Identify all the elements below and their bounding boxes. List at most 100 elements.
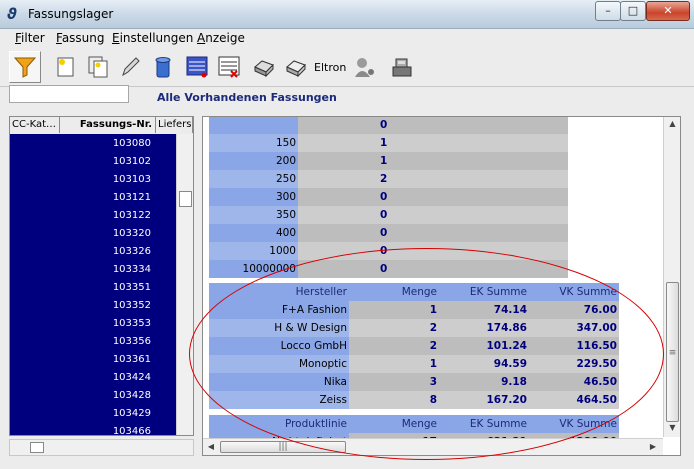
- frame-number: 103428: [112, 390, 151, 401]
- list-item[interactable]: 103326: [10, 243, 176, 261]
- column-header-lieferschein[interactable]: Lieferscl: [156, 117, 193, 133]
- column-header-cc-kat[interactable]: CC-Kat…: [10, 117, 60, 133]
- list-item[interactable]: 103361: [10, 351, 176, 369]
- list-item[interactable]: 103334: [10, 261, 176, 279]
- manufacturer-header-vk[interactable]: VK Summe: [529, 283, 619, 301]
- list-red-icon[interactable]: [213, 51, 245, 83]
- printer-alt-icon[interactable]: [280, 51, 312, 83]
- manufacturer-row[interactable]: F+A Fashion 1 74.14 76.00: [209, 301, 619, 319]
- product-line-header-vk[interactable]: VK Summe: [529, 415, 619, 433]
- close-button[interactable]: ✕: [646, 1, 690, 21]
- delete-trash-icon[interactable]: [147, 51, 179, 83]
- list-item[interactable]: 103352: [10, 297, 176, 315]
- price-cell: 10000000: [209, 260, 298, 278]
- manufacturer-header-ek[interactable]: EK Summe: [439, 283, 529, 301]
- price-row[interactable]: 400 0: [209, 224, 619, 242]
- manufacturer-cell-vk: 464.50: [529, 391, 619, 409]
- price-cell: 200: [209, 152, 298, 170]
- list-item[interactable]: 103429: [10, 405, 176, 423]
- cash-register-icon[interactable]: [386, 51, 418, 83]
- search-input[interactable]: [9, 85, 129, 103]
- count-cell: 2: [298, 170, 568, 188]
- manufacturer-header-qty[interactable]: Menge: [349, 283, 439, 301]
- price-row[interactable]: 300 0: [209, 188, 619, 206]
- menu-anzeige[interactable]: Anzeige: [197, 31, 245, 45]
- list-item[interactable]: 103103: [10, 171, 176, 189]
- frame-number: 103466: [112, 426, 151, 436]
- eltron-label: Eltron: [314, 61, 347, 74]
- edit-pen-icon[interactable]: [114, 51, 146, 83]
- price-row[interactable]: 200 1: [209, 152, 619, 170]
- list-item[interactable]: 103102: [10, 153, 176, 171]
- frame-list-header: CC-Kat… Fassungs-Nr. Lieferscl: [10, 117, 193, 135]
- new-frame-icon[interactable]: [50, 51, 82, 83]
- printer-icon[interactable]: [248, 51, 280, 83]
- list-blue-icon[interactable]: [181, 51, 213, 83]
- statistics-vertical-scroll-thumb[interactable]: ≡: [666, 282, 679, 422]
- statistics-horizontal-scroll-thumb[interactable]: |||: [220, 441, 346, 453]
- menu-einstellungen[interactable]: Einstellungen: [112, 31, 193, 45]
- manufacturer-row[interactable]: Monoptic 1 94.59 229.50: [209, 355, 619, 373]
- column-header-fassungs-nr[interactable]: Fassungs-Nr.: [60, 117, 156, 133]
- manufacturer-row[interactable]: Zeiss 8 167.20 464.50: [209, 391, 619, 409]
- list-item[interactable]: 103353: [10, 315, 176, 333]
- manufacturer-row[interactable]: Locco GmbH 2 101.24 116.50: [209, 337, 619, 355]
- frame-number: 103352: [112, 300, 151, 311]
- manufacturer-cell-name: F+A Fashion: [209, 301, 349, 319]
- product-line-header-qty[interactable]: Menge: [349, 415, 439, 433]
- menu-filter[interactable]: Filter: [15, 31, 45, 45]
- maximize-button[interactable]: □: [620, 1, 646, 21]
- manufacturer-row[interactable]: H & W Design 2 174.86 347.00: [209, 319, 619, 337]
- user-icon[interactable]: [348, 51, 380, 83]
- list-item[interactable]: 103428: [10, 387, 176, 405]
- frame-list-scrollbar[interactable]: [176, 134, 193, 435]
- product-line-header-name[interactable]: Produktlinie: [209, 415, 349, 433]
- minimize-button[interactable]: –: [595, 1, 621, 21]
- menu-fassung[interactable]: Fassung: [56, 31, 105, 45]
- manufacturer-cell-vk: 76.00: [529, 301, 619, 319]
- count-cell: 0: [298, 188, 568, 206]
- manufacturer-cell-qty: 8: [349, 391, 439, 409]
- price-row[interactable]: 0: [209, 117, 619, 134]
- frame-number: 103351: [112, 282, 151, 293]
- manufacturer-cell-qty: 3: [349, 373, 439, 391]
- list-item[interactable]: 103320: [10, 225, 176, 243]
- price-row[interactable]: 150 1: [209, 134, 619, 152]
- frame-list: CC-Kat… Fassungs-Nr. Lieferscl 103080 103…: [9, 116, 194, 436]
- scroll-down-icon[interactable]: ▼: [664, 423, 680, 432]
- list-item[interactable]: 103351: [10, 279, 176, 297]
- list-item[interactable]: 103356: [10, 333, 176, 351]
- filter-funnel-icon[interactable]: [9, 51, 41, 83]
- list-item[interactable]: 103466: [10, 423, 176, 436]
- manufacturer-cell-vk: 229.50: [529, 355, 619, 373]
- frame-number: 103080: [112, 138, 151, 149]
- statistics-horizontal-scrollbar[interactable]: ◀ ||| ▶: [203, 438, 663, 455]
- price-row[interactable]: 250 2: [209, 170, 619, 188]
- price-cell: 250: [209, 170, 298, 188]
- scroll-up-icon[interactable]: ▲: [664, 119, 680, 128]
- manufacturer-cell-qty: 1: [349, 301, 439, 319]
- scroll-right-icon[interactable]: ▶: [647, 442, 659, 451]
- list-item[interactable]: 103122: [10, 207, 176, 225]
- scroll-left-icon[interactable]: ◀: [205, 442, 217, 451]
- price-row[interactable]: 10000000 0: [209, 260, 619, 278]
- manufacturer-header-row: Hersteller Menge EK Summe VK Summe: [209, 283, 619, 301]
- list-item[interactable]: 103080: [10, 135, 176, 153]
- frame-list-horizontal-scrollbar[interactable]: [9, 439, 194, 456]
- copy-frame-icon[interactable]: [82, 51, 114, 83]
- manufacturer-cell-ek: 167.20: [439, 391, 529, 409]
- manufacturer-row[interactable]: Nika 3 9.18 46.50: [209, 373, 619, 391]
- frame-list-horizontal-scroll-thumb[interactable]: [30, 442, 44, 453]
- frame-list-scroll-thumb[interactable]: [179, 191, 192, 207]
- statistics-vertical-scrollbar[interactable]: ▲ ≡ ▼: [663, 117, 680, 437]
- list-item[interactable]: 103121: [10, 189, 176, 207]
- price-row[interactable]: 350 0: [209, 206, 619, 224]
- manufacturer-cell-qty: 2: [349, 319, 439, 337]
- count-cell: 0: [298, 117, 568, 134]
- product-line-header-ek[interactable]: EK Summe: [439, 415, 529, 433]
- price-cell: 1000: [209, 242, 298, 260]
- price-cell: [209, 117, 298, 134]
- price-row[interactable]: 1000 0: [209, 242, 619, 260]
- manufacturer-header-name[interactable]: Hersteller: [209, 283, 349, 301]
- list-item[interactable]: 103424: [10, 369, 176, 387]
